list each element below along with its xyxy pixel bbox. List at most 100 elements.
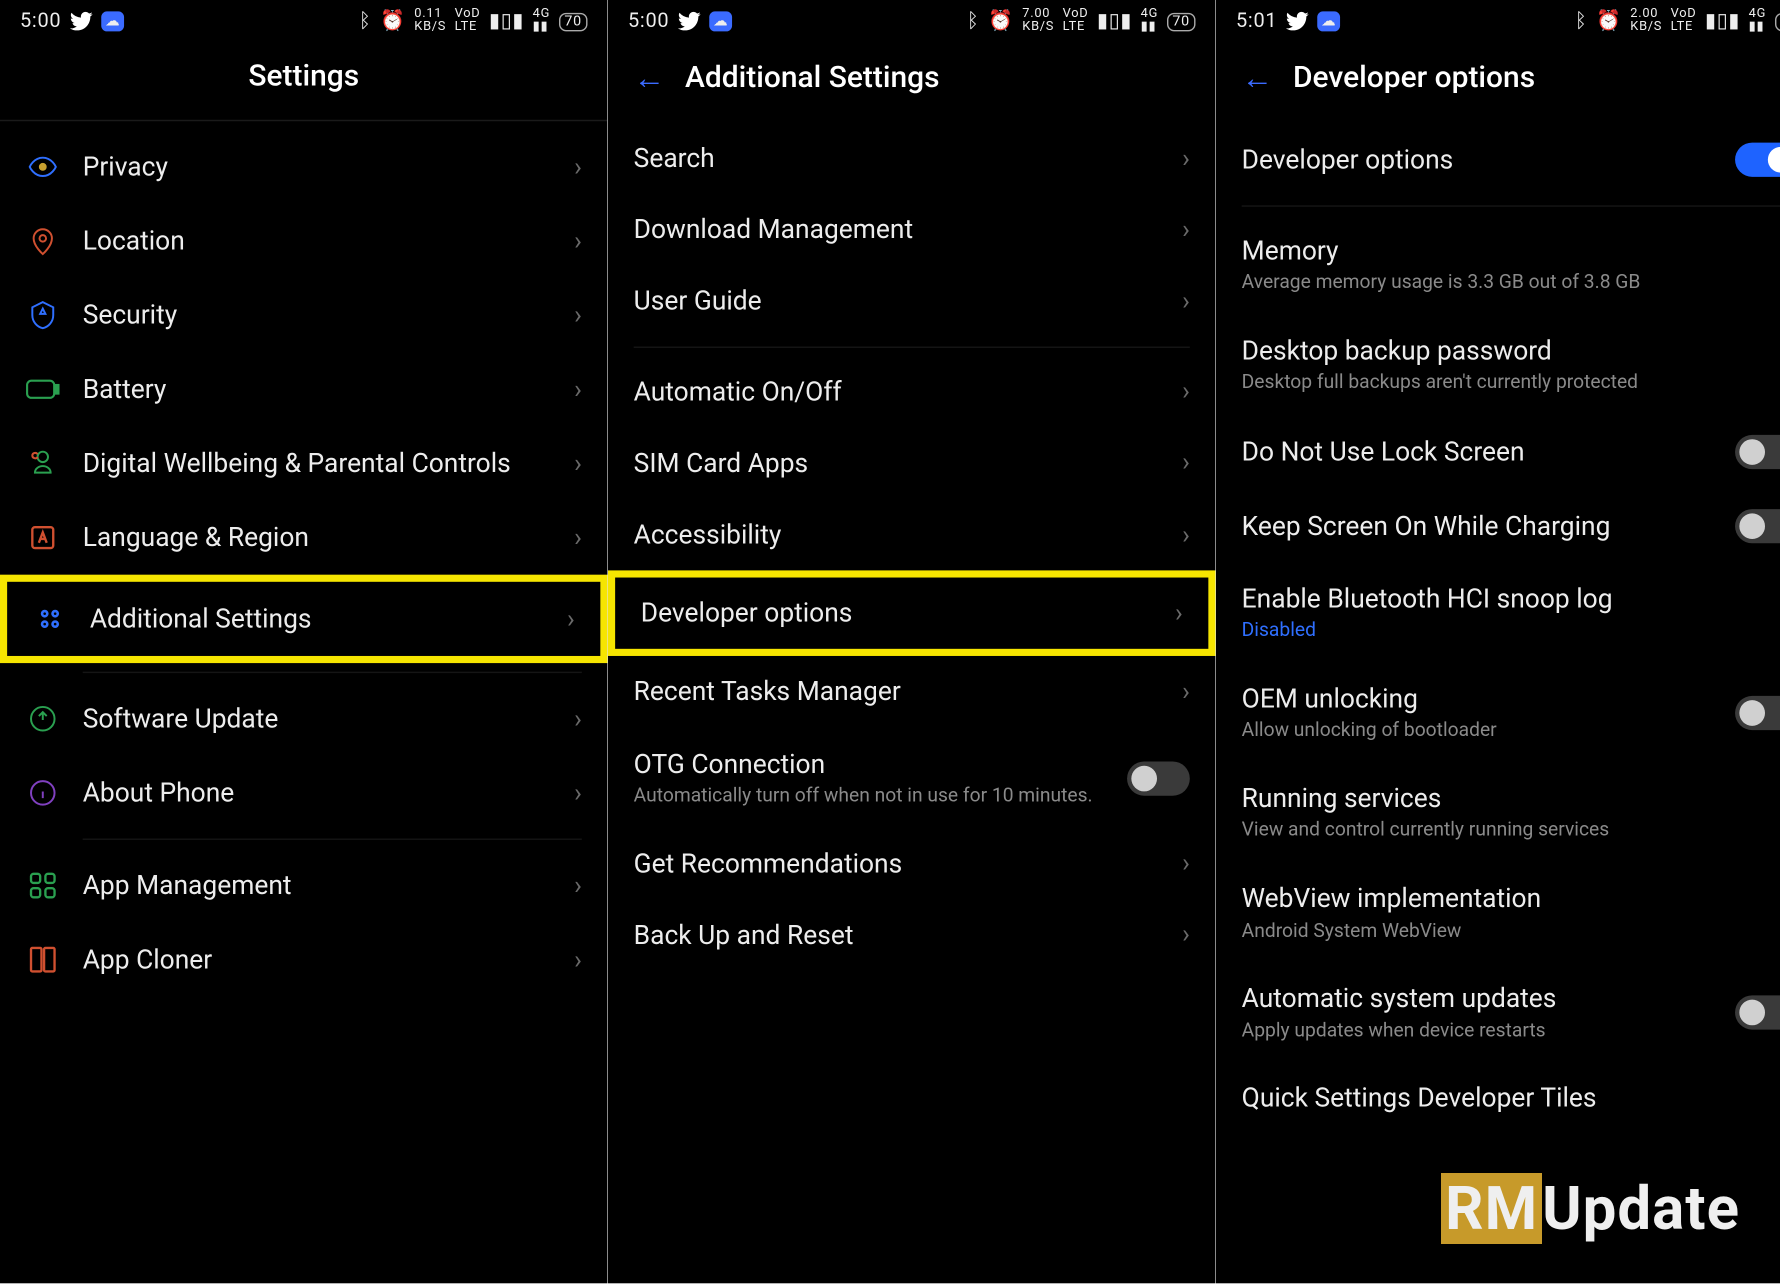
row-label: Developer options	[641, 598, 1152, 630]
battery-indicator: 70	[1775, 12, 1780, 31]
row-label: Keep Screen On While Charging	[1242, 511, 1713, 543]
chevron-right-icon: ›	[574, 945, 582, 975]
header: ← Developer options	[1216, 40, 1780, 123]
row-recent-tasks-manager[interactable]: Recent Tasks Manager ›	[608, 656, 1215, 728]
battery-indicator: 70	[559, 12, 588, 31]
row-get-recommendations[interactable]: Get Recommendations ›	[608, 828, 1215, 900]
row-label: Security	[83, 299, 552, 331]
row-label: Automatic system updates	[1242, 983, 1713, 1015]
discord-icon: ☁	[709, 11, 732, 31]
row-desktop-backup-password[interactable]: Desktop backup password Desktop full back…	[1216, 315, 1780, 415]
row-subtitle: Automatically turn off when not in use f…	[634, 784, 1105, 808]
row-do-not-use-lock-screen[interactable]: Do Not Use Lock Screen	[1216, 415, 1780, 489]
alarm-icon: ⏰	[988, 10, 1014, 33]
volte-icon: VoDLTE	[1671, 9, 1697, 35]
chevron-right-icon: ›	[574, 374, 582, 404]
security-icon	[26, 298, 60, 332]
row-qs-dev-tiles[interactable]: Quick Settings Developer Tiles ›	[1216, 1063, 1780, 1135]
back-button[interactable]: ←	[1242, 60, 1273, 97]
page-title: Additional Settings	[685, 61, 940, 95]
row-developer-options[interactable]: Developer options ›	[608, 571, 1215, 657]
location-icon	[26, 224, 60, 258]
toggle-switch[interactable]	[1735, 996, 1780, 1030]
data-speed: 2.00KB/S	[1630, 9, 1662, 35]
row-back-up-and-reset[interactable]: Back Up and Reset ›	[608, 899, 1215, 971]
battery-indicator: 70	[1167, 12, 1196, 31]
row-label: Download Management	[634, 214, 1160, 246]
row-label: Running services	[1242, 783, 1768, 815]
network-4g-icon: 4G▮▮	[1749, 9, 1766, 35]
row-label: OTG Connection	[634, 748, 1105, 780]
row-label: App Management	[83, 870, 552, 902]
row-download-management[interactable]: Download Management ›	[608, 194, 1215, 266]
row-digital-wellbeing[interactable]: Digital Wellbeing & Parental Controls ›	[0, 426, 607, 500]
update-icon	[26, 702, 60, 736]
row-accessibility[interactable]: Accessibility ›	[608, 499, 1215, 571]
discord-icon: ☁	[101, 11, 124, 31]
row-label: App Cloner	[83, 944, 552, 976]
row-keep-screen-on[interactable]: Keep Screen On While Charging	[1216, 489, 1780, 563]
chevron-right-icon: ›	[1182, 215, 1190, 245]
row-label: Get Recommendations	[634, 848, 1160, 880]
toggle-switch[interactable]	[1735, 143, 1780, 177]
row-label: Desktop backup password	[1242, 335, 1768, 367]
row-label: User Guide	[634, 286, 1160, 318]
row-location[interactable]: Location ›	[0, 204, 607, 278]
row-user-guide[interactable]: User Guide ›	[608, 266, 1215, 338]
row-webview-impl[interactable]: WebView implementationAndroid System Web…	[1216, 863, 1780, 963]
chevron-right-icon: ›	[1182, 377, 1190, 407]
row-battery[interactable]: Battery ›	[0, 352, 607, 426]
chevron-right-icon: ›	[1182, 143, 1190, 173]
network-4g-icon: 4G▮▮	[533, 9, 550, 35]
chevron-right-icon: ›	[1182, 920, 1190, 950]
chevron-right-icon: ›	[1182, 287, 1190, 317]
row-sim-card-apps[interactable]: SIM Card Apps ›	[608, 427, 1215, 499]
row-label: Digital Wellbeing & Parental Controls	[83, 448, 552, 480]
row-otg-connection[interactable]: OTG Connection Automatically turn off whe…	[608, 728, 1215, 828]
signal-icon: ▮▯▮	[489, 10, 524, 33]
row-subtitle: Desktop full backups aren't currently pr…	[1242, 371, 1768, 395]
developer-options-master-row[interactable]: Developer options	[1216, 123, 1780, 197]
status-bar: 5:01 ☁ ᛒ ⏰ 2.00KB/S VoDLTE ▮▯▮ 4G▮▮ 70	[1216, 0, 1780, 40]
apps-icon	[26, 868, 60, 902]
chevron-right-icon: ›	[574, 300, 582, 330]
row-app-management[interactable]: App Management ›	[0, 848, 607, 922]
toggle-switch[interactable]	[1735, 435, 1780, 469]
screen-developer-options: 5:01 ☁ ᛒ ⏰ 2.00KB/S VoDLTE ▮▯▮ 4G▮▮ 70 ←…	[1216, 0, 1780, 1283]
row-security[interactable]: Security ›	[0, 278, 607, 352]
twitter-icon	[1286, 11, 1309, 31]
row-running-services[interactable]: Running servicesView and control current…	[1216, 763, 1780, 863]
row-oem-unlocking[interactable]: OEM unlockingAllow unlocking of bootload…	[1216, 663, 1780, 763]
row-subtitle: Disabled	[1242, 619, 1768, 643]
toggle-switch[interactable]	[1735, 509, 1780, 543]
toggle-switch[interactable]	[1127, 761, 1190, 795]
volte-icon: VoDLTE	[1063, 9, 1089, 35]
row-privacy[interactable]: Privacy ›	[0, 130, 607, 204]
row-label: Language & Region	[83, 522, 552, 554]
row-label: Privacy	[83, 151, 552, 183]
row-search[interactable]: Search ›	[608, 123, 1215, 195]
row-subtitle: Android System WebView	[1242, 919, 1768, 943]
row-app-cloner[interactable]: App Cloner ›	[0, 923, 607, 997]
row-language-region[interactable]: Language & Region ›	[0, 501, 607, 575]
back-button[interactable]: ←	[634, 60, 665, 97]
alarm-icon: ⏰	[1596, 10, 1622, 33]
row-label: Quick Settings Developer Tiles	[1242, 1083, 1768, 1115]
row-additional-settings[interactable]: Additional Settings ›	[0, 575, 607, 663]
toggle-switch[interactable]	[1735, 696, 1780, 730]
row-about-phone[interactable]: About Phone ›	[0, 756, 607, 830]
chevron-right-icon: ›	[1182, 448, 1190, 478]
page-title: Settings	[248, 60, 359, 94]
row-bt-hci-snoop[interactable]: Enable Bluetooth HCI snoop logDisabled ›	[1216, 563, 1780, 663]
status-bar: 5:00 ☁ ᛒ ⏰ 0.11KB/S VoDLTE ▮▯▮ 4G▮▮ 70	[0, 0, 607, 40]
row-auto-system-updates[interactable]: Automatic system updatesApply updates wh…	[1216, 963, 1780, 1063]
page-title: Developer options	[1293, 61, 1535, 95]
row-subtitle: Allow unlocking of bootloader	[1242, 719, 1713, 743]
row-software-update[interactable]: Software Update ›	[0, 682, 607, 756]
row-label: Software Update	[83, 703, 552, 735]
row-label: Additional Settings	[90, 603, 544, 635]
row-memory[interactable]: MemoryAverage memory usage is 3.3 GB out…	[1216, 215, 1780, 315]
header: Settings	[0, 40, 607, 120]
row-automatic-on-off[interactable]: Automatic On/Off ›	[608, 356, 1215, 428]
chevron-right-icon: ›	[574, 523, 582, 553]
